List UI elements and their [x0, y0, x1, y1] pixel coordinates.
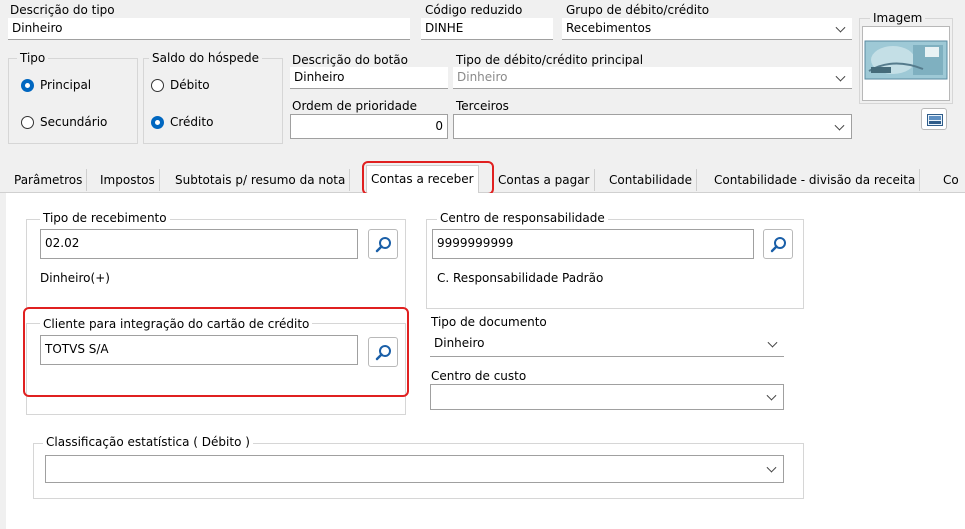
radio-debito-dot: [151, 78, 164, 92]
tipo-documento-label: Tipo de documento: [431, 315, 547, 329]
centro-custo-label: Centro de custo: [431, 369, 527, 383]
terceiros-select[interactable]: [453, 114, 852, 139]
tipo-principal-select[interactable]: Dinheiro: [453, 67, 852, 89]
centro-resp-search-button[interactable]: [763, 229, 793, 259]
centro-resp-field[interactable]: 9999999999: [432, 229, 754, 259]
tipo-group: [8, 58, 138, 144]
descricao-label: Descrição do tipo: [10, 3, 115, 17]
chevron-down-icon: [767, 337, 778, 348]
tab-impostos[interactable]: Impostos: [96, 169, 160, 191]
search-icon: [770, 237, 786, 253]
saldo-label: Saldo do hóspede: [149, 51, 263, 65]
classificacao-select[interactable]: [45, 455, 784, 483]
tab-parametros[interactable]: Parâmetros: [10, 169, 88, 191]
radio-secundario[interactable]: Secundário: [21, 115, 107, 129]
tab-overflow[interactable]: Co: [939, 169, 963, 191]
imagem-box[interactable]: [862, 26, 950, 101]
saldo-group: [143, 58, 283, 144]
radio-secundario-label: Secundário: [40, 115, 108, 129]
chevron-down-icon: [834, 120, 845, 131]
chevron-down-icon: [766, 462, 777, 473]
tipo-recebimento-search-button[interactable]: [368, 229, 398, 259]
tipo-label: Tipo: [17, 51, 49, 65]
descricao-field[interactable]: Dinheiro: [8, 18, 410, 40]
highlight-cliente: [23, 307, 409, 397]
radio-credito-label: Crédito: [170, 115, 214, 129]
tipo-principal-label: Tipo de débito/crédito principal: [456, 53, 644, 67]
tab-subtotais[interactable]: Subtotais p/ resumo da nota: [171, 169, 351, 191]
chevron-down-icon: [835, 22, 846, 33]
grupo-select-value: Recebimentos: [566, 21, 652, 35]
radio-debito[interactable]: Débito: [151, 78, 210, 92]
tab-contabilidade-divisao[interactable]: Contabilidade - divisão da receita: [710, 169, 921, 191]
radio-principal-dot: [21, 78, 34, 92]
tipo-recebimento-field[interactable]: 02.02: [40, 229, 358, 259]
ordem-label: Ordem de prioridade: [292, 99, 417, 113]
radio-principal[interactable]: Principal: [21, 78, 91, 92]
radio-debito-label: Débito: [170, 78, 210, 92]
codigo-field[interactable]: DINHE: [421, 18, 553, 40]
chevron-down-icon: [766, 390, 777, 401]
imagem-label: Imagem: [870, 11, 926, 25]
centro-resp-desc: C. Responsabilidade Padrão: [437, 271, 604, 285]
tipo-recebimento-desc: Dinheiro(+): [40, 271, 110, 285]
centro-resp-label: Centro de responsabilidade: [437, 211, 608, 225]
radio-secundario-dot: [21, 115, 34, 129]
codigo-label: Código reduzido: [425, 3, 523, 17]
chevron-down-icon: [835, 71, 846, 82]
tipo-documento-value: Dinheiro: [434, 336, 485, 350]
tab-contabilidade[interactable]: Contabilidade: [605, 169, 697, 191]
grupo-label: Grupo de débito/crédito: [566, 3, 710, 17]
tipo-principal-value: Dinheiro: [457, 70, 508, 84]
tipo-documento-select[interactable]: Dinheiro: [430, 331, 784, 357]
image-picker-icon: [927, 114, 943, 126]
terceiros-label: Terceiros: [456, 99, 509, 113]
radio-principal-label: Principal: [40, 78, 92, 92]
tab-contas-pagar[interactable]: Contas a pagar: [494, 169, 595, 191]
botao-field[interactable]: Dinheiro: [290, 67, 448, 89]
highlight-tab: [362, 161, 494, 195]
radio-credito[interactable]: Crédito: [151, 115, 213, 129]
centro-custo-select[interactable]: [430, 384, 784, 410]
image-picker-button[interactable]: [921, 108, 947, 130]
ordem-field[interactable]: 0: [290, 114, 448, 139]
tipo-recebimento-label: Tipo de recebimento: [40, 211, 170, 225]
banknote-image: [864, 40, 948, 80]
search-icon: [375, 237, 391, 253]
botao-label: Descrição do botão: [292, 53, 408, 67]
grupo-select[interactable]: Recebimentos: [562, 18, 852, 40]
classificacao-label: Classificação estatística ( Débito ): [43, 435, 253, 449]
radio-credito-dot: [151, 115, 164, 129]
